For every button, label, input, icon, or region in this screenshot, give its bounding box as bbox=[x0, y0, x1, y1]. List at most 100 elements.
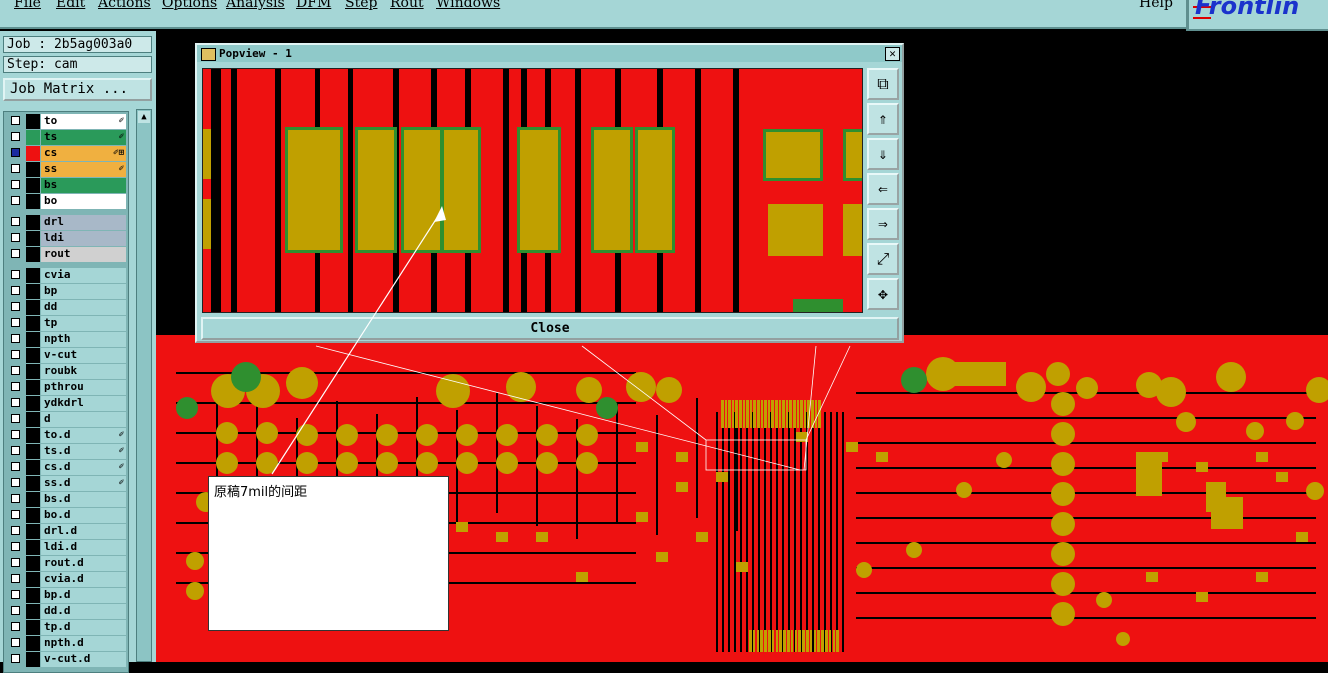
layer-name[interactable]: drl.d bbox=[41, 524, 126, 539]
layer-row-roubk[interactable]: roubk bbox=[8, 364, 126, 379]
layer-name[interactable]: cvia bbox=[41, 268, 126, 283]
layer-checkbox[interactable] bbox=[11, 542, 20, 551]
layer-checkbox[interactable] bbox=[11, 414, 20, 423]
zoom-in-icon[interactable]: ✥ bbox=[867, 278, 899, 310]
menu-edit[interactable]: Edit bbox=[56, 0, 85, 11]
layer-name[interactable]: v-cut.d bbox=[41, 652, 126, 667]
layer-row-cs[interactable]: cs ✐⊞ bbox=[8, 146, 126, 161]
layer-checkbox[interactable] bbox=[11, 318, 20, 327]
menu-help[interactable]: Help bbox=[1139, 0, 1173, 11]
layer-checkbox[interactable] bbox=[11, 196, 20, 205]
close-icon[interactable]: ✕ bbox=[885, 47, 900, 61]
layer-row-dd.d[interactable]: dd.d bbox=[8, 604, 126, 619]
layer-checkbox[interactable] bbox=[11, 334, 20, 343]
layer-row-bs[interactable]: bs bbox=[8, 178, 126, 193]
layer-name[interactable]: ss ✐ bbox=[41, 162, 126, 177]
layer-row-ldi.d[interactable]: ldi.d bbox=[8, 540, 126, 555]
layer-row-bo.d[interactable]: bo.d bbox=[8, 508, 126, 523]
menu-file[interactable]: File bbox=[14, 0, 41, 11]
layer-checkbox[interactable] bbox=[11, 132, 20, 141]
layer-row-ss.d[interactable]: ss.d ✐ bbox=[8, 476, 126, 491]
layer-checkbox[interactable] bbox=[11, 638, 20, 647]
layer-name[interactable]: cs ✐⊞ bbox=[41, 146, 126, 161]
layer-row-bo[interactable]: bo bbox=[8, 194, 126, 209]
layer-checkbox[interactable] bbox=[11, 180, 20, 189]
layer-row-v-cut.d[interactable]: v-cut.d bbox=[8, 652, 126, 667]
layer-row-rout[interactable]: rout bbox=[8, 247, 126, 262]
layer-name[interactable]: tp bbox=[41, 316, 126, 331]
layer-checkbox[interactable] bbox=[11, 622, 20, 631]
layer-name[interactable]: dd.d bbox=[41, 604, 126, 619]
pan-right-icon[interactable]: ⇒ bbox=[867, 208, 899, 240]
layer-row-ldi[interactable]: ldi bbox=[8, 231, 126, 246]
layer-checkbox[interactable] bbox=[11, 382, 20, 391]
layer-checkbox[interactable] bbox=[11, 249, 20, 258]
layer-row-ydkdrl[interactable]: ydkdrl bbox=[8, 396, 126, 411]
pan-left-icon[interactable]: ⇐ bbox=[867, 173, 899, 205]
layer-name[interactable]: to.d ✐ bbox=[41, 428, 126, 443]
close-button[interactable]: Close bbox=[201, 317, 899, 340]
layer-name[interactable]: bs bbox=[41, 178, 126, 193]
layer-checkbox[interactable] bbox=[11, 217, 20, 226]
layer-name[interactable]: roubk bbox=[41, 364, 126, 379]
layer-checkbox[interactable] bbox=[11, 302, 20, 311]
layer-name[interactable]: ydkdrl bbox=[41, 396, 126, 411]
layer-checkbox[interactable] bbox=[11, 446, 20, 455]
layer-name[interactable]: rout bbox=[41, 247, 126, 262]
layer-row-dd[interactable]: dd bbox=[8, 300, 126, 315]
layer-row-npth.d[interactable]: npth.d bbox=[8, 636, 126, 651]
menu-dfm[interactable]: DFM bbox=[296, 0, 331, 11]
layer-row-ss[interactable]: ss ✐ bbox=[8, 162, 126, 177]
layer-checkbox[interactable] bbox=[11, 366, 20, 375]
layer-row-cvia.d[interactable]: cvia.d bbox=[8, 572, 126, 587]
layer-checkbox[interactable] bbox=[11, 233, 20, 242]
layer-name[interactable]: npth bbox=[41, 332, 126, 347]
scroll-up-icon[interactable]: ▲ bbox=[138, 111, 150, 123]
layer-name[interactable]: dd bbox=[41, 300, 126, 315]
layer-name[interactable]: v-cut bbox=[41, 348, 126, 363]
menu-windows[interactable]: Windows bbox=[436, 0, 500, 11]
layer-checkbox[interactable] bbox=[11, 270, 20, 279]
layer-row-ts[interactable]: ts ✐ bbox=[8, 130, 126, 145]
layer-name[interactable]: npth.d bbox=[41, 636, 126, 651]
popview-titlebar[interactable]: Popview - 1 ✕ bbox=[197, 45, 902, 62]
layer-name[interactable]: ts.d ✐ bbox=[41, 444, 126, 459]
pan-up-icon[interactable]: ⇑ bbox=[867, 103, 899, 135]
layer-row-tp.d[interactable]: tp.d bbox=[8, 620, 126, 635]
layer-name[interactable]: ts ✐ bbox=[41, 130, 126, 145]
layer-row-drl[interactable]: drl bbox=[8, 215, 126, 230]
menu-step[interactable]: Step bbox=[345, 0, 377, 11]
layer-row-bp.d[interactable]: bp.d bbox=[8, 588, 126, 603]
layer-row-to.d[interactable]: to.d ✐ bbox=[8, 428, 126, 443]
menu-rout[interactable]: Rout bbox=[390, 0, 424, 11]
layer-checkbox[interactable] bbox=[11, 494, 20, 503]
layer-row-bs.d[interactable]: bs.d bbox=[8, 492, 126, 507]
layer-list-scrollbar[interactable]: ▲ bbox=[136, 109, 152, 662]
layer-checkbox[interactable] bbox=[11, 462, 20, 471]
layer-checkbox[interactable] bbox=[11, 148, 20, 157]
layer-checkbox[interactable] bbox=[11, 398, 20, 407]
layer-name[interactable]: pthrou bbox=[41, 380, 126, 395]
popview-viewport[interactable] bbox=[202, 68, 863, 313]
menu-options[interactable]: Options bbox=[162, 0, 217, 11]
layer-name[interactable]: ldi.d bbox=[41, 540, 126, 555]
menu-actions[interactable]: Actions bbox=[98, 0, 151, 11]
layer-row-v-cut[interactable]: v-cut bbox=[8, 348, 126, 363]
layer-checkbox[interactable] bbox=[11, 606, 20, 615]
layer-checkbox[interactable] bbox=[11, 164, 20, 173]
layer-checkbox[interactable] bbox=[11, 590, 20, 599]
layer-name[interactable]: tp.d bbox=[41, 620, 126, 635]
layer-row-drl.d[interactable]: drl.d bbox=[8, 524, 126, 539]
layer-checkbox[interactable] bbox=[11, 574, 20, 583]
layer-name[interactable]: cvia.d bbox=[41, 572, 126, 587]
layer-name[interactable]: ss.d ✐ bbox=[41, 476, 126, 491]
layer-checkbox[interactable] bbox=[11, 286, 20, 295]
layer-checkbox[interactable] bbox=[11, 558, 20, 567]
layer-row-ts.d[interactable]: ts.d ✐ bbox=[8, 444, 126, 459]
layer-checkbox[interactable] bbox=[11, 430, 20, 439]
layer-checkbox[interactable] bbox=[11, 510, 20, 519]
layer-name[interactable]: cs.d ✐ bbox=[41, 460, 126, 475]
layer-row-npth[interactable]: npth bbox=[8, 332, 126, 347]
layer-row-cvia[interactable]: cvia bbox=[8, 268, 126, 283]
layer-name[interactable]: bp.d bbox=[41, 588, 126, 603]
